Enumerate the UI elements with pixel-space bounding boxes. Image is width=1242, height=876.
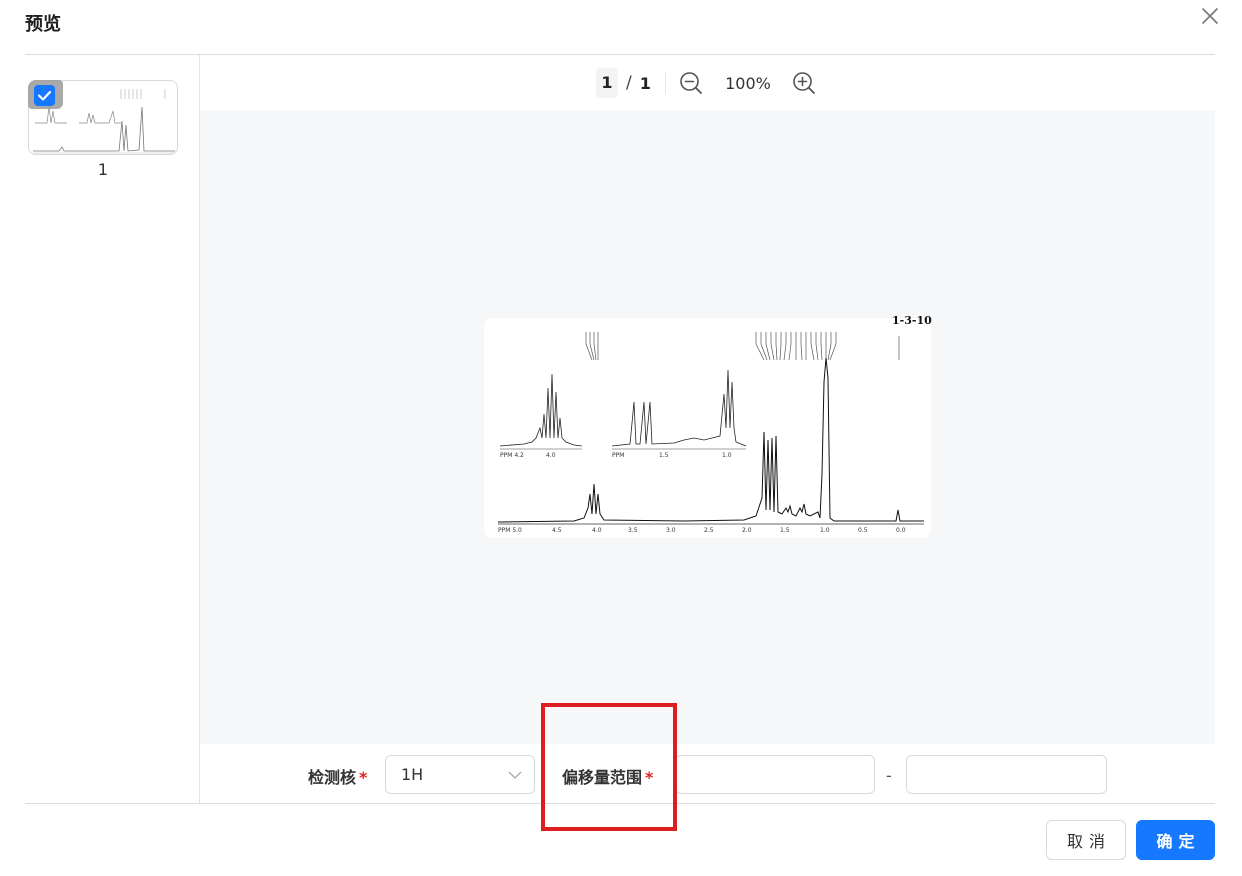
svg-text:1.5: 1.5: [659, 452, 669, 459]
svg-text:PPM 5.0: PPM 5.0: [498, 527, 522, 534]
svg-text:PPM: PPM: [612, 452, 624, 459]
zoom-in-button[interactable]: [791, 70, 817, 96]
svg-text:0.0: 0.0: [896, 527, 906, 534]
pagination: 1 / 1: [596, 68, 651, 98]
current-page[interactable]: 1: [596, 68, 618, 98]
cancel-button[interactable]: 取消: [1046, 820, 1126, 860]
svg-text:4.0: 4.0: [546, 452, 556, 459]
svg-text:1.0: 1.0: [722, 452, 732, 459]
zoom-level: 100%: [725, 74, 771, 93]
footer-divider: [25, 803, 1215, 804]
required-mark: *: [645, 768, 654, 787]
nucleus-label: 检测核 *: [308, 764, 367, 788]
nucleus-label-text: 检测核: [308, 768, 357, 787]
nucleus-selected-value: 1H: [401, 765, 424, 784]
svg-text:1.5: 1.5: [780, 527, 790, 534]
thumbnail-label: 1: [97, 160, 109, 179]
toolbar-divider: [665, 72, 666, 94]
nmr-spectrum-image: PPM 4.2 4.0 PPM 1.5 1.0 PPM 5.0 4.5 4.0 3.5 3.…: [484, 318, 931, 538]
zoom-in-icon: [793, 72, 815, 94]
svg-text:2.5: 2.5: [704, 527, 714, 534]
required-mark: *: [359, 768, 368, 787]
svg-text:1.0: 1.0: [820, 527, 830, 534]
shift-range-label-text: 偏移量范围: [562, 768, 643, 787]
svg-text:3.5: 3.5: [628, 527, 638, 534]
spectrum-id-label: 1-3-10: [892, 314, 932, 327]
svg-text:0.5: 0.5: [858, 527, 868, 534]
confirm-button[interactable]: 确定: [1136, 820, 1215, 860]
page-separator: /: [626, 73, 632, 93]
svg-text:3.0: 3.0: [666, 527, 676, 534]
total-pages: 1: [639, 73, 651, 93]
nucleus-select[interactable]: 1H: [385, 755, 535, 794]
dialog-title: 预览: [25, 14, 61, 35]
preview-dialog: 预览 1 1 / 1 100% PPM 4.2 4.0 PPM 1.5 1.0 …: [0, 0, 1242, 876]
range-separator: -: [886, 766, 892, 785]
thumbnail-checkbox[interactable]: [34, 85, 55, 106]
svg-text:4.5: 4.5: [552, 527, 562, 534]
chevron-down-icon: [508, 771, 522, 779]
check-icon: [37, 90, 52, 101]
shift-max-input[interactable]: [906, 755, 1107, 794]
svg-text:4.0: 4.0: [592, 527, 602, 534]
close-button[interactable]: [1198, 4, 1222, 28]
header-divider: [25, 54, 1215, 55]
zoom-out-icon: [680, 72, 702, 94]
shift-min-input[interactable]: [675, 755, 875, 794]
svg-text:2.0: 2.0: [742, 527, 752, 534]
zoom-out-button[interactable]: [678, 70, 704, 96]
svg-text:PPM 4.2: PPM 4.2: [500, 452, 524, 459]
shift-range-label: 偏移量范围 *: [562, 764, 653, 788]
close-icon: [1202, 8, 1218, 24]
